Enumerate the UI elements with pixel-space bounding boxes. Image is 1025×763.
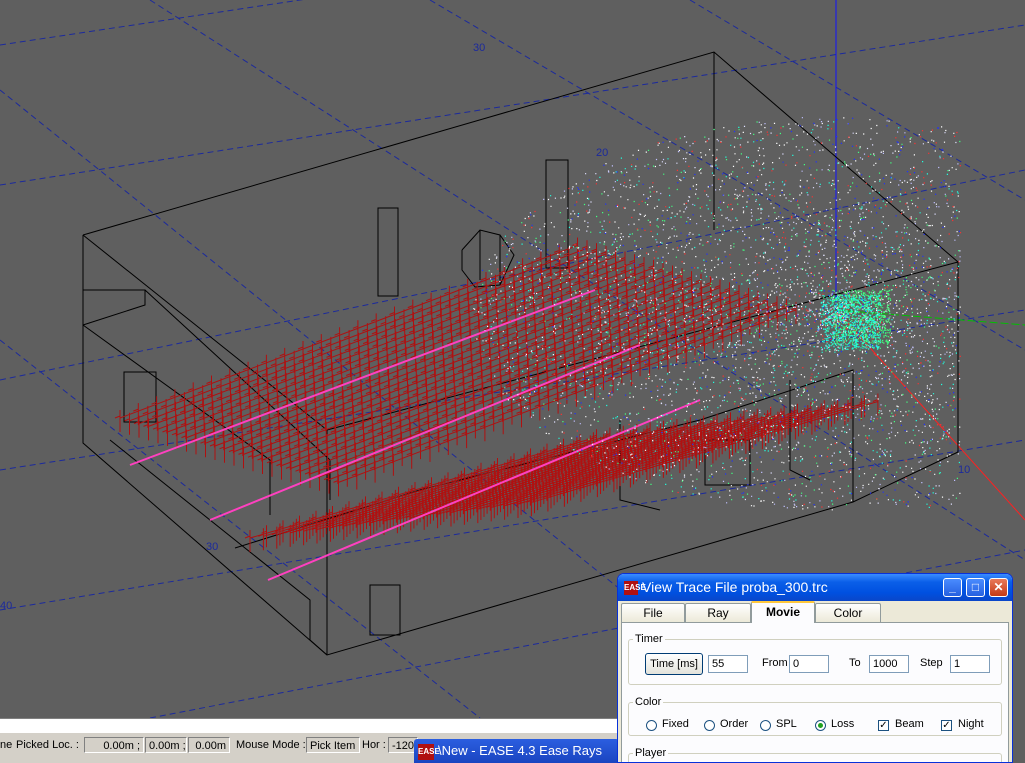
step-label: Step — [920, 657, 943, 669]
radio-order[interactable] — [704, 720, 715, 731]
minimize-button[interactable]: _ — [943, 578, 962, 597]
command-strip[interactable] — [0, 718, 618, 734]
picked-x-value: 0.00m ; — [84, 737, 144, 753]
taskbar-title: \New - EASE 4.3 Ease Rays — [438, 743, 603, 758]
mouse-mode-value: Pick Item — [306, 737, 360, 753]
ease-app-icon: EASE — [624, 581, 646, 596]
from-input[interactable] — [789, 655, 829, 673]
beam-checkbox[interactable]: ✓ — [878, 720, 889, 731]
room-wireframe — [82, 51, 959, 656]
tab-label: Movie — [765, 605, 800, 619]
picked-z-value: 0.00m — [188, 737, 230, 753]
tab-color[interactable]: Color — [815, 603, 881, 622]
grid-label: 20 — [596, 147, 608, 159]
picked-location-label: Picked Loc. : — [16, 739, 79, 751]
tab-label: File — [643, 606, 663, 620]
to-input[interactable] — [869, 655, 909, 673]
taskbar-button-ease[interactable]: EASE\New - EASE 4.3 Ease Rays — [414, 739, 619, 763]
tab-file[interactable]: File — [621, 603, 685, 622]
radio-spl[interactable] — [760, 720, 771, 731]
radio-spl-label: SPL — [776, 718, 797, 730]
night-label: Night — [958, 718, 984, 730]
window-title-bar[interactable]: EASEView Trace File proba_300.trc _ □ ✕ — [618, 574, 1012, 601]
close-button[interactable]: ✕ — [989, 578, 1008, 597]
maximize-button[interactable]: □ — [966, 578, 985, 597]
tab-label: Color — [833, 606, 863, 620]
tab-movie[interactable]: Movie — [751, 601, 815, 623]
grid-label: 10 — [958, 464, 970, 476]
ease-app-icon: EASE — [418, 743, 440, 760]
beam-label: Beam — [895, 718, 924, 730]
timer-legend: Timer — [635, 633, 663, 645]
audience-seating — [114, 237, 879, 552]
movie-tab-panel: Timer Time [ms] From To Step Color Fixed… — [621, 622, 1009, 762]
time-ms-button[interactable]: Time [ms] — [645, 653, 703, 675]
tab-label: Ray — [707, 606, 729, 620]
player-group: Player — [628, 747, 1002, 762]
color-legend: Color — [635, 696, 662, 708]
radio-loss-label: Loss — [831, 718, 855, 730]
radio-fixed-label: Fixed — [662, 718, 689, 730]
time-input[interactable] — [708, 655, 748, 673]
tab-ray[interactable]: Ray — [685, 603, 751, 622]
seat-block — [114, 237, 797, 497]
radio-order-label: Order — [720, 718, 749, 730]
window-title: View Trace File proba_300.trc — [642, 579, 828, 595]
view-trace-window: EASEView Trace File proba_300.trc _ □ ✕ … — [617, 573, 1013, 763]
night-checkbox[interactable]: ✓ — [941, 720, 952, 731]
picked-y-value: 0.00m ; — [145, 737, 187, 753]
horizontal-label: Hor : — [362, 739, 386, 751]
player-legend: Player — [635, 747, 667, 759]
grid-label: 30 — [473, 42, 485, 54]
from-label: From — [762, 657, 788, 669]
grid-label: 40 — [0, 600, 12, 612]
to-label: To — [849, 657, 861, 669]
step-input[interactable] — [950, 655, 990, 673]
mouse-mode-label: Mouse Mode : — [236, 739, 306, 751]
radio-loss[interactable] — [815, 720, 826, 731]
radio-fixed[interactable] — [646, 720, 657, 731]
status-label-cut: ne — [0, 739, 13, 751]
